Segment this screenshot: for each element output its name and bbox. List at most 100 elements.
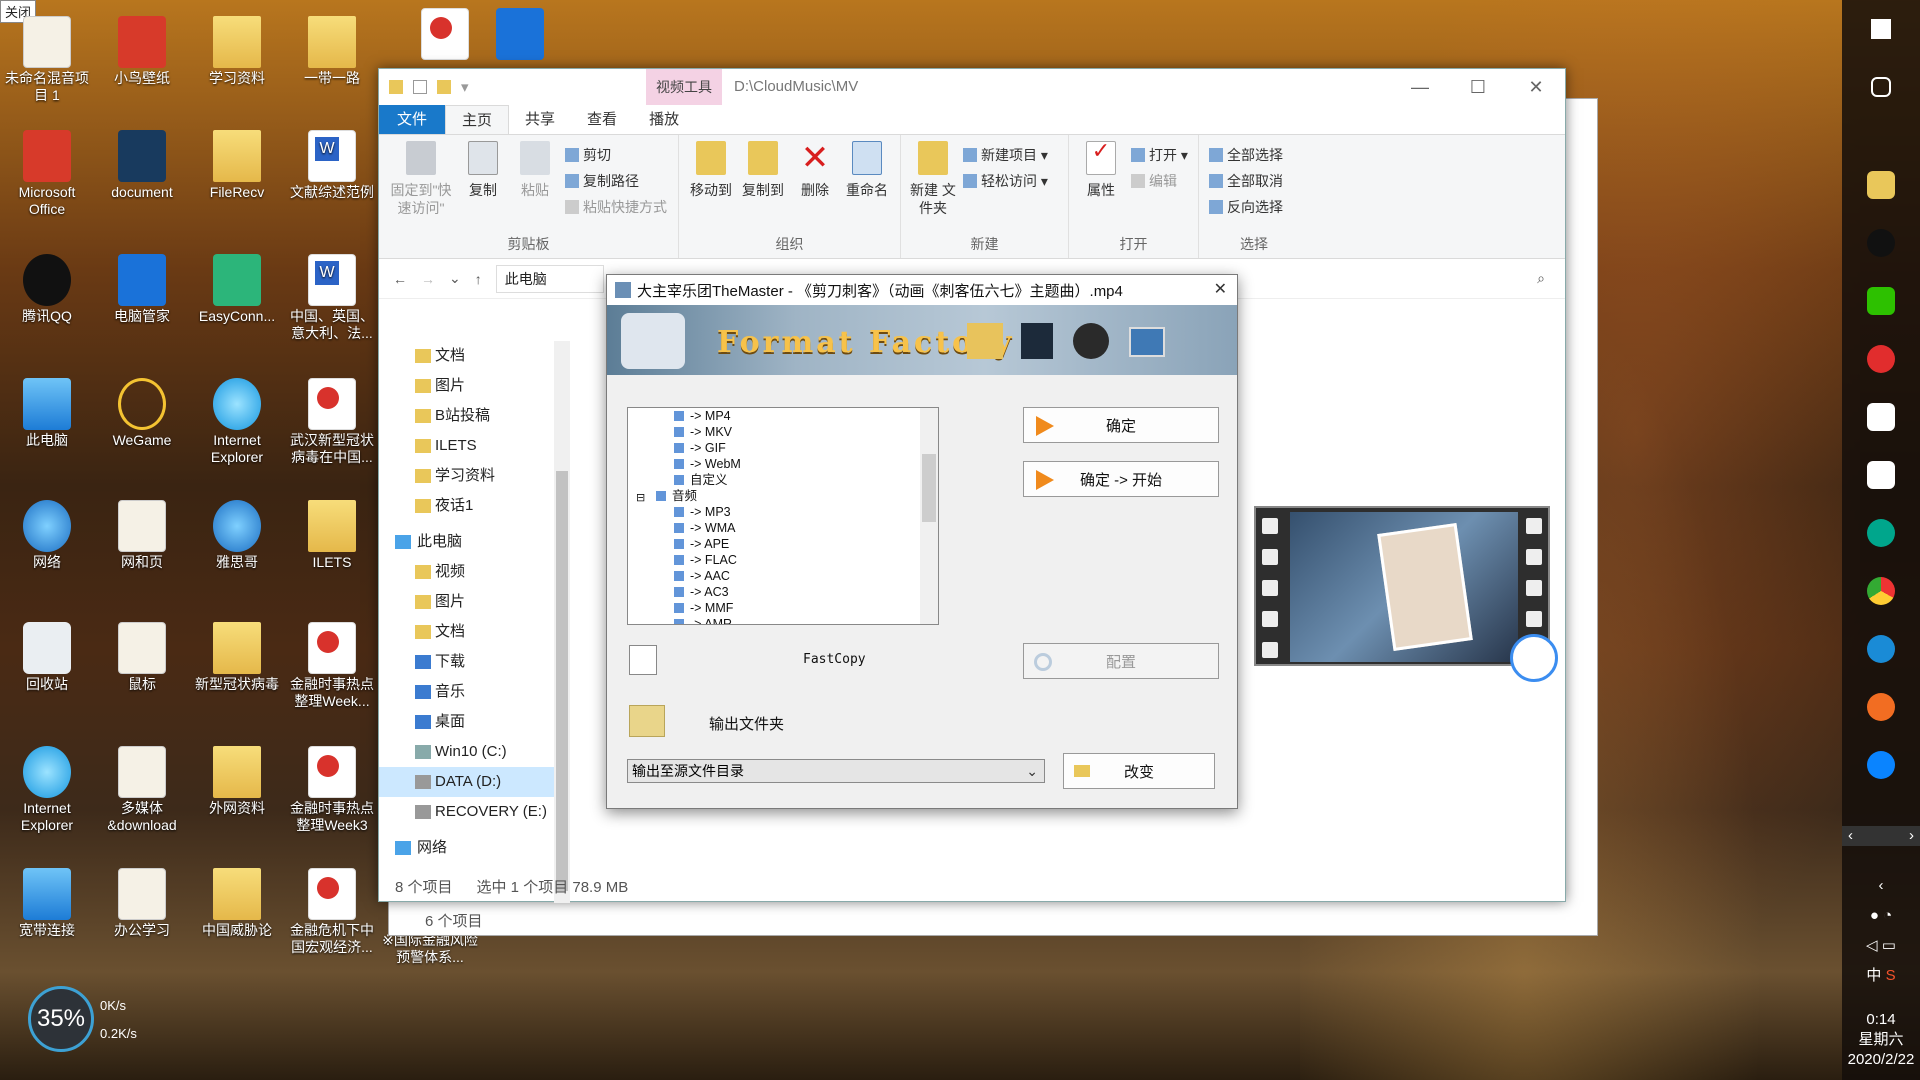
nav-scrollbar-thumb[interactable] xyxy=(556,471,568,891)
nav-item-bilibili[interactable]: B站投稿 xyxy=(379,401,554,431)
desktop-icon-china-threat[interactable]: 中国威胁论 xyxy=(192,868,282,939)
taskbar-wechat[interactable] xyxy=(1842,272,1920,330)
tree-item-amr[interactable]: -> AMR xyxy=(628,616,938,624)
desktop-icon-caj-top[interactable] xyxy=(475,8,565,62)
nav-item-desktop[interactable]: 桌面 xyxy=(379,707,554,737)
refresh-badge-icon[interactable] xyxy=(1510,634,1558,682)
nav-item-ilets[interactable]: ILETS xyxy=(379,431,554,461)
desktop-icon-china-uk[interactable]: 中国、英国、意大利、法... xyxy=(287,254,377,342)
paste-shortcut-button[interactable]: 粘贴快捷方式 xyxy=(565,197,667,217)
taskbar-feishu[interactable] xyxy=(1842,446,1920,504)
tree-item-gif[interactable]: -> GIF xyxy=(628,440,938,456)
taskbar-scroll[interactable]: ‹ › xyxy=(1842,826,1920,846)
clock-date[interactable]: 2020/2/22 xyxy=(1842,1050,1920,1070)
tree-item-flac[interactable]: -> FLAC xyxy=(628,552,938,568)
desktop-icon-foreign-materials[interactable]: 外网资料 xyxy=(192,746,282,817)
tree-item-ape[interactable]: -> APE xyxy=(628,536,938,552)
easy-access-button[interactable]: 轻松访问 ▾ xyxy=(963,171,1048,191)
nav-item-study[interactable]: 学习资料 xyxy=(379,461,554,491)
desktop-icon-ie[interactable]: Internet Explorer xyxy=(2,746,92,834)
wifi-icon[interactable]: ◔ xyxy=(1883,907,1892,924)
task-view-button[interactable] xyxy=(1842,58,1920,116)
recent-chevron-icon[interactable]: ⌄ xyxy=(449,270,461,287)
desktop-icon-literature-review[interactable]: 文献综述范例 xyxy=(287,130,377,201)
explorer-titlebar[interactable]: ▾ 视频工具 D:\CloudMusic\MV — ☐ ✕ xyxy=(379,69,1565,105)
tree-item-wma[interactable]: -> WMA xyxy=(628,520,938,536)
qq-tray-icon[interactable]: ● xyxy=(1870,907,1879,924)
desktop-icon-filerecv[interactable]: FileRecv xyxy=(192,130,282,201)
format-tree[interactable]: -> MP4 -> MKV -> GIF -> WebM 自定义 ⊟ 音频 -> … xyxy=(627,407,939,625)
battery-icon[interactable]: ▭ xyxy=(1882,937,1896,954)
desktop-icon-network[interactable]: 网络 xyxy=(2,500,92,571)
back-arrow-icon[interactable]: ← xyxy=(393,271,407,287)
ok-start-button[interactable]: 确定 -> 开始 xyxy=(1023,461,1219,497)
desktop-icon-belt-road[interactable]: 一带一路 xyxy=(287,16,377,87)
tab-home[interactable]: 主页 xyxy=(445,105,510,134)
scroll-right-icon[interactable]: › xyxy=(1909,826,1914,846)
nav-item-drive-e[interactable]: RECOVERY (E:) xyxy=(379,797,554,827)
invert-selection-button[interactable]: 反向选择 xyxy=(1209,197,1283,217)
taskbar-app-green[interactable] xyxy=(1842,504,1920,562)
video-tools-context-tab[interactable]: 视频工具 xyxy=(646,69,722,105)
taskbar-edge[interactable] xyxy=(1842,620,1920,678)
taskbar-netease-music[interactable] xyxy=(1842,330,1920,388)
nav-item-downloads[interactable]: 下载 xyxy=(379,647,554,677)
config-button[interactable]: 配置 xyxy=(1023,643,1219,679)
scroll-left-icon[interactable]: ‹ xyxy=(1848,826,1853,846)
tree-scrollbar-thumb[interactable] xyxy=(922,454,936,522)
chevron-down-icon[interactable]: ▾ xyxy=(461,78,469,96)
tree-item-ac3[interactable]: -> AC3 xyxy=(628,584,938,600)
taskbar-chrome[interactable] xyxy=(1842,562,1920,620)
desktop-icon-easyconn[interactable]: EasyConn... xyxy=(192,254,282,325)
nav-item-videos[interactable]: 视频 xyxy=(379,557,554,587)
desktop-icon-web-page[interactable]: 网和页 xyxy=(97,500,187,571)
search-icon[interactable]: ⌕ xyxy=(1537,270,1545,287)
taskbar-explorer[interactable] xyxy=(1842,156,1920,214)
output-location-select[interactable]: 输出至源文件目录 ⌄ xyxy=(627,759,1045,783)
desktop-icon-tex-document[interactable]: document xyxy=(97,130,187,201)
desktop-icon-qq[interactable]: 腾讯QQ xyxy=(2,254,92,325)
volume-icon[interactable]: ◁ xyxy=(1866,937,1878,954)
nav-item-this-pc[interactable]: 此电脑 xyxy=(379,527,554,557)
desktop-icon-finance-week[interactable]: 金融时事热点整理Week... xyxy=(287,622,377,710)
open-button[interactable]: 打开 ▾ xyxy=(1131,145,1188,165)
ff-close-button[interactable]: ✕ xyxy=(1214,279,1227,299)
desktop-icon-recycle-bin[interactable]: 回收站 xyxy=(2,622,92,693)
sogou-icon[interactable]: S xyxy=(1886,967,1896,984)
fastcopy-icon[interactable] xyxy=(629,645,657,675)
up-arrow-icon[interactable]: ↑ xyxy=(475,271,482,287)
desktop-icon-pc-manager[interactable]: 电脑管家 xyxy=(97,254,187,325)
tree-item-mmf[interactable]: -> MMF xyxy=(628,600,938,616)
minimize-button[interactable]: — xyxy=(1391,69,1449,105)
nav-item-documents[interactable]: 文档 xyxy=(379,341,554,371)
taskbar-firefox[interactable] xyxy=(1842,678,1920,736)
desktop-icon-multimedia[interactable]: 多媒体 &download xyxy=(97,746,187,834)
taskbar-baidu-netdisk[interactable] xyxy=(1842,388,1920,446)
network-speed-widget[interactable]: 35% 0K/s 0.2K/s xyxy=(28,986,178,1052)
nav-item-network[interactable]: 网络 xyxy=(379,833,554,863)
new-item-button[interactable]: 新建项目 ▾ xyxy=(963,145,1048,165)
clock-weekday[interactable]: 星期六 xyxy=(1842,1030,1920,1050)
tree-item-aac[interactable]: -> AAC xyxy=(628,568,938,584)
desktop-icon-financial-crisis[interactable]: 金融危机下中国宏观经济... xyxy=(287,868,377,956)
tab-file[interactable]: 文件 xyxy=(379,105,446,134)
ok-button[interactable]: 确定 xyxy=(1023,407,1219,443)
desktop-icon-office[interactable]: Microsoft Office xyxy=(2,130,92,218)
breadcrumb[interactable]: 此电脑 xyxy=(495,264,604,293)
format-factory-dialog[interactable]: 大主宰乐团TheMaster - 《剪刀刺客》（动画《刺客伍六七》主题曲）.mp… xyxy=(606,274,1238,809)
desktop-icon-study-materials[interactable]: 学习资料 xyxy=(192,16,282,87)
desktop-icon-finance-week3[interactable]: 金融时事热点整理Week3 xyxy=(287,746,377,834)
desktop-icon-wuhan[interactable]: 武汉新型冠状病毒在中国... xyxy=(287,378,377,466)
tree-item-mp4[interactable]: -> MP4 xyxy=(628,408,938,424)
copy-path-button[interactable]: 复制路径 xyxy=(565,171,667,191)
desktop-icon-ie-2[interactable]: Internet Explorer xyxy=(192,378,282,466)
tab-share[interactable]: 共享 xyxy=(509,105,571,134)
desktop-label-risk[interactable]: ※国际金融风险预警体系... xyxy=(380,932,480,966)
edit-button[interactable]: 编辑 xyxy=(1131,171,1188,191)
maximize-button[interactable]: ☐ xyxy=(1449,69,1507,105)
tab-view[interactable]: 查看 xyxy=(571,105,633,134)
nav-item-drive-c[interactable]: Win10 (C:) xyxy=(379,737,554,767)
cut-button[interactable]: 剪切 xyxy=(565,145,667,165)
tree-item-mp3[interactable]: -> MP3 xyxy=(628,504,938,520)
forward-arrow-icon[interactable]: → xyxy=(421,271,435,287)
